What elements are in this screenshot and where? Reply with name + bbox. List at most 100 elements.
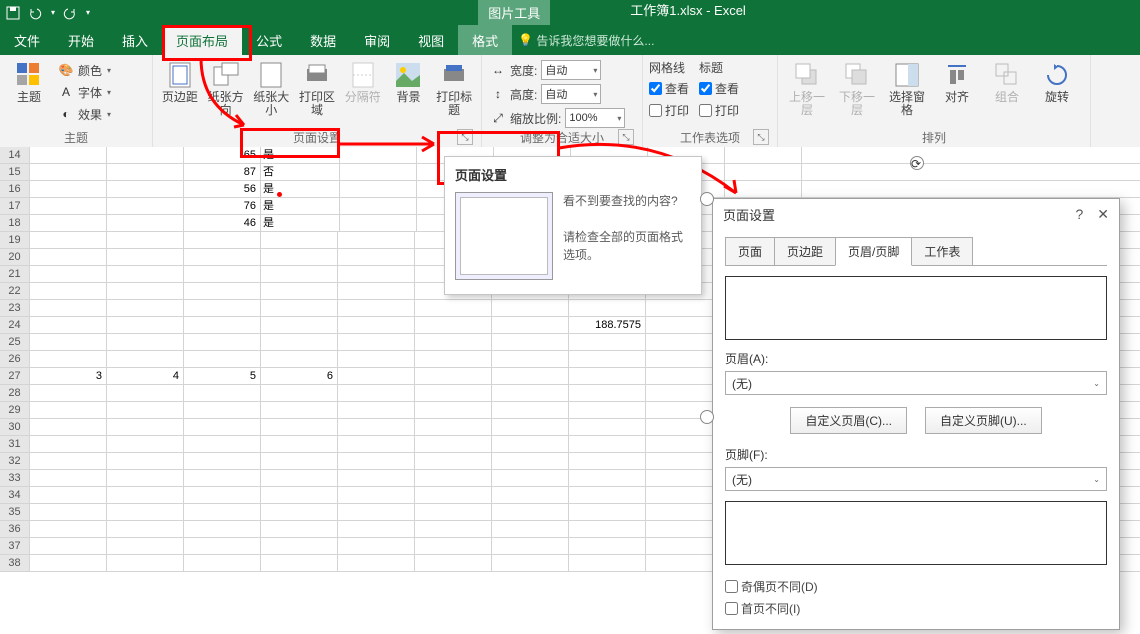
cell[interactable] bbox=[338, 555, 415, 571]
odd-even-checkbox[interactable]: 奇偶页不同(D) bbox=[725, 575, 1107, 597]
cell[interactable] bbox=[30, 402, 107, 418]
cell[interactable] bbox=[261, 351, 338, 367]
cell[interactable] bbox=[30, 181, 107, 197]
cell[interactable] bbox=[261, 470, 338, 486]
cell[interactable] bbox=[30, 521, 107, 537]
cell[interactable] bbox=[492, 351, 569, 367]
row-header[interactable]: 35 bbox=[0, 504, 30, 521]
cell[interactable] bbox=[184, 521, 261, 537]
headings-print-checkbox[interactable]: 打印 bbox=[699, 99, 739, 121]
theme-effects-button[interactable]: ◐效果▾ bbox=[56, 103, 113, 125]
cell[interactable]: 否 bbox=[261, 164, 340, 180]
cell[interactable] bbox=[415, 419, 492, 435]
cell[interactable] bbox=[338, 504, 415, 520]
cell[interactable] bbox=[107, 283, 184, 299]
cell[interactable] bbox=[30, 538, 107, 554]
cell[interactable] bbox=[30, 232, 107, 248]
cell[interactable]: 是 bbox=[261, 181, 340, 197]
cell[interactable] bbox=[107, 538, 184, 554]
orientation-button[interactable]: 纸张方向 bbox=[205, 59, 247, 119]
row-header[interactable]: 21 bbox=[0, 266, 30, 283]
cell[interactable] bbox=[107, 402, 184, 418]
cell[interactable] bbox=[569, 368, 646, 384]
size-button[interactable]: 纸张大小 bbox=[250, 59, 292, 119]
cell[interactable] bbox=[338, 521, 415, 537]
cell[interactable] bbox=[492, 504, 569, 520]
cell[interactable] bbox=[338, 266, 415, 282]
dialog-tab-margins[interactable]: 页边距 bbox=[774, 237, 836, 266]
cell[interactable] bbox=[492, 555, 569, 571]
row-header[interactable]: 33 bbox=[0, 470, 30, 487]
gridlines-print-checkbox[interactable]: 打印 bbox=[649, 99, 689, 121]
cell[interactable] bbox=[340, 164, 417, 180]
row-header[interactable]: 30 bbox=[0, 419, 30, 436]
tab-home[interactable]: 开始 bbox=[54, 25, 108, 55]
cell[interactable] bbox=[107, 453, 184, 469]
cell[interactable] bbox=[492, 453, 569, 469]
cell[interactable] bbox=[30, 283, 107, 299]
tab-review[interactable]: 审阅 bbox=[350, 25, 404, 55]
tab-file[interactable]: 文件 bbox=[0, 25, 54, 55]
cell[interactable] bbox=[184, 249, 261, 265]
row-header[interactable]: 37 bbox=[0, 538, 30, 555]
row-header[interactable]: 38 bbox=[0, 555, 30, 572]
cell[interactable] bbox=[261, 334, 338, 350]
cell[interactable] bbox=[261, 521, 338, 537]
cell[interactable] bbox=[725, 181, 802, 197]
cell[interactable] bbox=[30, 555, 107, 571]
theme-fonts-button[interactable]: A字体▾ bbox=[56, 81, 113, 103]
cell[interactable] bbox=[261, 232, 338, 248]
row-header[interactable]: 14 bbox=[0, 147, 30, 164]
cell[interactable] bbox=[184, 283, 261, 299]
cell[interactable] bbox=[30, 215, 107, 231]
cell[interactable] bbox=[338, 470, 415, 486]
cell[interactable] bbox=[184, 470, 261, 486]
dialog-help-button[interactable]: ? bbox=[1075, 206, 1083, 223]
cell[interactable] bbox=[415, 351, 492, 367]
row-header[interactable]: 15 bbox=[0, 164, 30, 181]
cell[interactable] bbox=[415, 555, 492, 571]
cell[interactable] bbox=[415, 402, 492, 418]
sheet-options-dialog-launcher[interactable]: ⤡ bbox=[753, 129, 769, 145]
cell[interactable]: 65 bbox=[184, 147, 261, 163]
cell[interactable] bbox=[184, 351, 261, 367]
dialog-tab-sheet[interactable]: 工作表 bbox=[911, 237, 973, 266]
cell[interactable] bbox=[569, 419, 646, 435]
cell[interactable] bbox=[30, 198, 107, 214]
cell[interactable]: 46 bbox=[184, 215, 261, 231]
cell[interactable] bbox=[184, 232, 261, 248]
row-header[interactable]: 22 bbox=[0, 283, 30, 300]
redo-icon[interactable] bbox=[63, 6, 77, 20]
cell[interactable] bbox=[338, 300, 415, 316]
cell[interactable] bbox=[184, 419, 261, 435]
tab-formulas[interactable]: 公式 bbox=[242, 25, 296, 55]
cell[interactable] bbox=[107, 385, 184, 401]
cell[interactable] bbox=[569, 521, 646, 537]
row-header[interactable]: 17 bbox=[0, 198, 30, 215]
row-header[interactable]: 16 bbox=[0, 181, 30, 198]
cell[interactable] bbox=[30, 453, 107, 469]
cell[interactable]: 188.7575 bbox=[569, 317, 646, 333]
cell[interactable] bbox=[30, 266, 107, 282]
cell[interactable] bbox=[30, 300, 107, 316]
row-header[interactable]: 19 bbox=[0, 232, 30, 249]
cell[interactable] bbox=[338, 232, 415, 248]
first-page-checkbox[interactable]: 首页不同(I) bbox=[725, 597, 1107, 619]
cell[interactable] bbox=[492, 521, 569, 537]
cell[interactable] bbox=[261, 436, 338, 452]
cell[interactable] bbox=[107, 300, 184, 316]
cell[interactable] bbox=[261, 402, 338, 418]
cell[interactable] bbox=[107, 504, 184, 520]
cell[interactable] bbox=[340, 198, 417, 214]
cell[interactable] bbox=[569, 538, 646, 554]
cell[interactable] bbox=[184, 317, 261, 333]
cell[interactable]: 是 bbox=[261, 147, 340, 163]
cell[interactable] bbox=[107, 232, 184, 248]
cell[interactable] bbox=[30, 419, 107, 435]
cell[interactable] bbox=[184, 555, 261, 571]
cell[interactable] bbox=[340, 147, 417, 163]
bring-forward-button[interactable]: 上移一层 bbox=[784, 59, 830, 119]
cell[interactable] bbox=[415, 436, 492, 452]
cell[interactable] bbox=[725, 147, 802, 163]
cell[interactable] bbox=[184, 385, 261, 401]
